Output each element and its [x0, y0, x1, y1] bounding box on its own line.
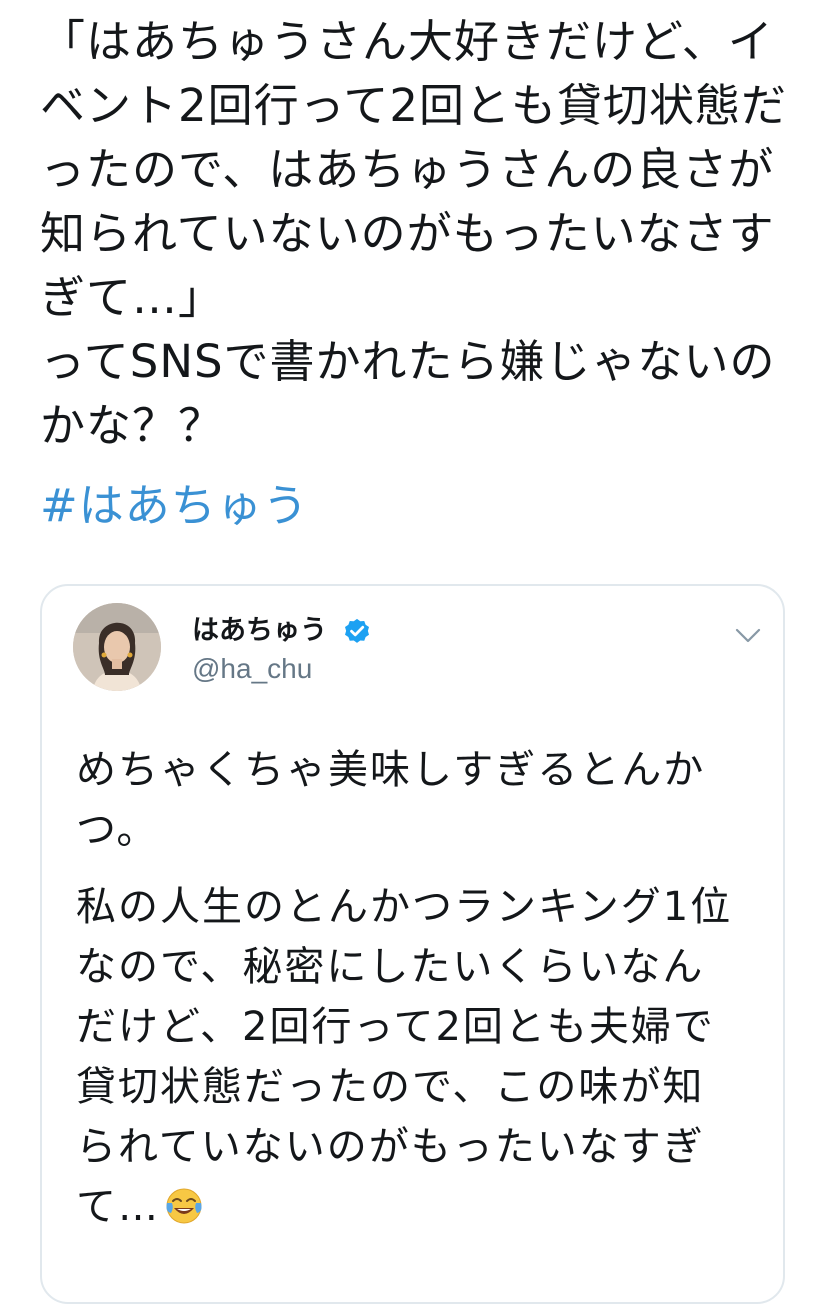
- tweet-text-line: ったので、はあちゅうさんの良さが: [40, 143, 775, 196]
- face-with-tears-of-joy-icon: [164, 1183, 204, 1243]
- quoted-tweet-text: めちゃくちゃ美味しすぎるとんか つ。 私の人生のとんかつランキング1位 なので、…: [76, 740, 766, 1243]
- avatar[interactable]: [73, 603, 161, 691]
- quoted-text-line: なので、秘密にしたいくらいなん: [76, 944, 705, 990]
- quoted-text-line: て…: [76, 1184, 160, 1230]
- tweet-text-line: ぎて…」: [40, 271, 225, 324]
- quoted-text-line: つ。: [76, 807, 159, 853]
- tweet-text: 「はあちゅうさん大好きだけど、イ ベント2回行って2回とも貸切状態だ ったので、…: [40, 10, 800, 458]
- quoted-text-line: だけど、2回行って2回とも夫婦で: [76, 1004, 715, 1050]
- quoted-paragraph: めちゃくちゃ美味しすぎるとんか つ。: [76, 740, 766, 860]
- author-handle[interactable]: @ha_chu: [192, 652, 312, 686]
- tweet-text-line: ベント2回行って2回とも貸切状態だ: [40, 79, 788, 132]
- tweet-text-line: ってSNSで書かれたら嫌じゃないの: [40, 335, 776, 388]
- quoted-text-line: られていないのがもったいなすぎ: [76, 1124, 705, 1170]
- chevron-down-icon[interactable]: [735, 628, 761, 644]
- quoted-text-line: 私の人生のとんかつランキング1位: [76, 884, 733, 930]
- hashtag-link[interactable]: #はあちゅう: [40, 474, 309, 538]
- tweet-text-line: 知られていないのがもったいなさす: [40, 207, 775, 260]
- quoted-paragraph: 私の人生のとんかつランキング1位 なので、秘密にしたいくらいなん だけど、2回行…: [76, 877, 766, 1243]
- tweet-text-line: 「はあちゅうさん大好きだけど、イ: [40, 15, 774, 68]
- verified-badge-icon: [345, 618, 369, 643]
- quoted-text-line: めちゃくちゃ美味しすぎるとんか: [76, 747, 706, 793]
- author-name[interactable]: はあちゅう: [192, 614, 327, 648]
- quoted-text-line: 貸切状態だったので、この味が知: [76, 1064, 705, 1110]
- quoted-tweet-card[interactable]: はあちゅう @ha_chu めちゃくちゃ美味しすぎるとんか つ。 私の人生のとん…: [40, 584, 785, 1304]
- tweet-text-line: かな？？: [40, 399, 225, 452]
